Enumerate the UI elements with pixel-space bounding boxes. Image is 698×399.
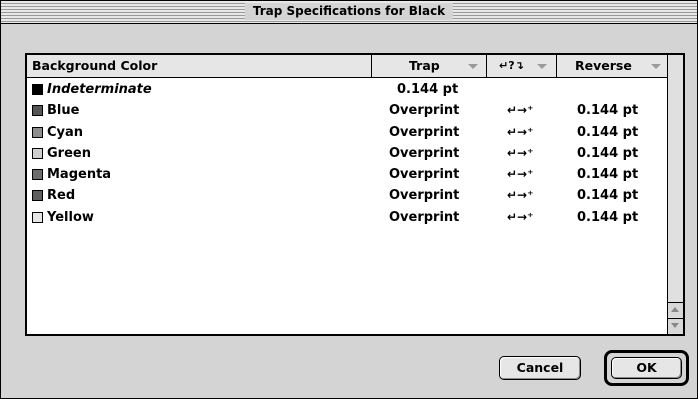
row-reverse-value[interactable]: 0.144 pt [577,207,638,228]
trap-rows: Indeterminate 0.144 pt Blue Overprint ↵→⁺ 0.1… [27,79,669,228]
row-color-name: Cyan [47,124,84,140]
table-row[interactable]: Cyan Overprint ↵→⁺ 0.144 pt [27,122,669,143]
row-auto-icon[interactable]: ↵→⁺ [507,164,533,185]
row-auto-icon[interactable]: ↵→⁺ [507,122,533,143]
row-auto-icon[interactable]: ↵→⁺ [507,143,533,164]
header-reverse-label: Reverse [575,58,632,73]
row-reverse-value[interactable]: 0.144 pt [577,122,638,143]
row-color-name: Blue [47,103,80,119]
trap-specifications-dialog: Trap Specifications for Black Background… [0,0,698,399]
cancel-button[interactable]: Cancel [499,356,581,380]
table-row[interactable]: Green Overprint ↵→⁺ 0.144 pt [27,143,669,164]
table-row[interactable]: Blue Overprint ↵→⁺ 0.144 pt [27,100,669,121]
color-swatch [32,211,43,223]
trap-dropdown-icon[interactable] [468,64,478,69]
row-color-name: Magenta [47,167,112,183]
header-background-color-label: Background Color [32,58,158,73]
ok-default-ring: OK [604,350,689,386]
ok-button[interactable]: OK [611,357,682,379]
header-auto-label: ↵?↴ [499,59,524,72]
row-reverse-value[interactable]: 0.144 pt [577,164,638,185]
row-auto-icon[interactable]: ↵→⁺ [507,100,533,121]
color-swatch [32,105,43,117]
row-reverse-value[interactable]: 0.144 pt [577,143,638,164]
row-trap-value[interactable]: Overprint [389,207,459,228]
header-reverse[interactable]: Reverse [557,55,669,77]
color-swatch [32,126,43,138]
row-color-name: Red [47,188,76,204]
row-trap-value[interactable]: Overprint [389,100,459,121]
table-row[interactable]: Indeterminate 0.144 pt [27,79,669,100]
header-background-color[interactable]: Background Color [27,55,372,77]
row-trap-value[interactable]: Overprint [389,185,459,206]
row-auto-icon[interactable]: ↵→⁺ [507,207,533,228]
title-bar[interactable]: Trap Specifications for Black [1,1,697,24]
color-swatch [32,169,43,181]
row-color-name: Green [47,145,91,161]
vertical-scrollbar[interactable] [667,55,683,334]
color-swatch [32,147,43,159]
color-swatch [32,84,43,95]
header-auto[interactable]: ↵?↴ [487,55,557,77]
row-color-name: Yellow [47,209,94,225]
trap-list[interactable]: Background Color Trap ↵?↴ Reverse Indete… [25,53,685,336]
scroll-down-arrow-icon [671,323,679,328]
auto-dropdown-icon[interactable] [537,64,547,69]
table-row[interactable]: Magenta Overprint ↵→⁺ 0.144 pt [27,164,669,185]
row-trap-value[interactable]: Overprint [389,164,459,185]
row-reverse-value[interactable]: 0.144 pt [577,185,638,206]
table-row[interactable]: Yellow Overprint ↵→⁺ 0.144 pt [27,207,669,228]
header-trap[interactable]: Trap [372,55,487,77]
row-trap-value[interactable]: 0.144 pt [397,79,458,100]
row-color-name: Indeterminate [47,82,152,97]
scroll-up-button[interactable] [668,302,683,317]
row-trap-value[interactable]: Overprint [389,143,459,164]
row-trap-value[interactable]: Overprint [389,122,459,143]
color-swatch [32,190,43,202]
header-trap-label: Trap [409,58,440,73]
scroll-down-button[interactable] [668,318,683,333]
table-row[interactable]: Red Overprint ↵→⁺ 0.144 pt [27,185,669,206]
list-header: Background Color Trap ↵?↴ Reverse [27,55,669,78]
dialog-title: Trap Specifications for Black [244,3,454,20]
row-reverse-value[interactable]: 0.144 pt [577,100,638,121]
row-auto-icon[interactable]: ↵→⁺ [507,185,533,206]
reverse-dropdown-icon[interactable] [651,64,661,69]
scroll-up-arrow-icon [671,307,679,312]
